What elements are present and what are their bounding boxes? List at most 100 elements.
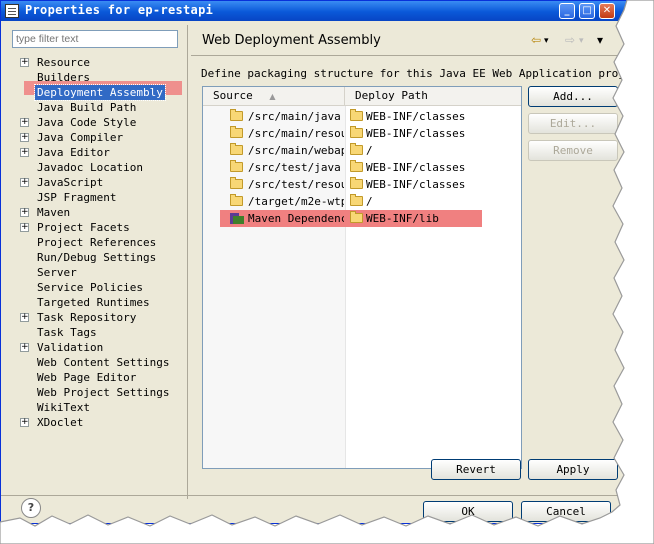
help-icon[interactable]: ? bbox=[21, 498, 41, 518]
deploy-header-label: Deploy Path bbox=[355, 89, 428, 102]
sidebar-item[interactable]: Run/Debug Settings bbox=[7, 250, 183, 265]
sidebar-item-label: Java Build Path bbox=[37, 101, 137, 114]
sidebar-item[interactable]: WikiText bbox=[7, 400, 183, 415]
sidebar-item[interactable]: Web Page Editor bbox=[7, 370, 183, 385]
folder-icon bbox=[230, 143, 243, 155]
sidebar-item[interactable]: Targeted Runtimes bbox=[7, 295, 183, 310]
assembly-table[interactable]: Source ▲ Deploy Path /src/main/java WEB-I… bbox=[202, 86, 522, 469]
view-menu-icon[interactable]: ▾ bbox=[597, 33, 603, 47]
cancel-button-label: Cancel bbox=[546, 505, 586, 518]
ok-button[interactable]: OK bbox=[423, 501, 513, 522]
sidebar-item[interactable]: Deployment Assembly bbox=[7, 84, 183, 101]
revert-button-label: Revert bbox=[456, 463, 496, 476]
sidebar-item-label: Validation bbox=[37, 341, 104, 354]
sidebar-item[interactable]: + Java Code Style bbox=[7, 115, 183, 130]
sidebar-item-label: Server bbox=[37, 266, 77, 279]
title-bar[interactable]: Properties for ep-restapi _ □ ✕ bbox=[1, 1, 626, 21]
folder-icon bbox=[230, 160, 243, 172]
sidebar-item[interactable]: Project References bbox=[7, 235, 183, 250]
back-arrow-icon[interactable]: ⇦ bbox=[531, 33, 541, 47]
table-header: Source ▲ Deploy Path bbox=[203, 87, 521, 106]
table-row[interactable]: Maven Dependencies WEB-INF/lib bbox=[203, 210, 521, 227]
expand-icon[interactable]: + bbox=[20, 418, 29, 427]
sidebar-item[interactable]: + XDoclet bbox=[7, 415, 183, 430]
forward-arrow-icon[interactable]: ⇨ bbox=[565, 33, 575, 47]
sort-ascending-icon: ▲ bbox=[269, 92, 276, 101]
page-title: Web Deployment Assembly bbox=[202, 33, 381, 48]
sidebar-item[interactable]: Server bbox=[7, 265, 183, 280]
sidebar-item[interactable]: + JavaScript bbox=[7, 175, 183, 190]
sidebar-item[interactable]: Java Build Path bbox=[7, 100, 183, 115]
table-row[interactable]: /src/main/webapp / bbox=[203, 142, 521, 159]
sash[interactable] bbox=[187, 25, 188, 499]
folder-icon bbox=[350, 126, 363, 138]
source-column-header[interactable]: Source ▲ bbox=[203, 87, 345, 105]
expand-icon[interactable]: + bbox=[20, 58, 29, 67]
sidebar-item[interactable]: Service Policies bbox=[7, 280, 183, 295]
sidebar-item-label: Java Compiler bbox=[37, 131, 124, 144]
sidebar-item[interactable]: Javadoc Location bbox=[7, 160, 183, 175]
filter-input[interactable] bbox=[12, 30, 178, 48]
expand-icon[interactable]: + bbox=[20, 133, 29, 142]
add-button-label: Add... bbox=[553, 90, 593, 103]
back-dropdown-icon[interactable]: ▾ bbox=[544, 36, 549, 46]
sidebar-item-label: Web Project Settings bbox=[37, 386, 170, 399]
sidebar-item-label: Task Tags bbox=[37, 326, 97, 339]
maximize-button[interactable]: □ bbox=[579, 3, 595, 19]
sidebar-item-label: Service Policies bbox=[37, 281, 143, 294]
deploy-path-column-header[interactable]: Deploy Path bbox=[345, 87, 521, 105]
close-button[interactable]: ✕ bbox=[599, 3, 615, 19]
sidebar-item[interactable]: + Java Editor bbox=[7, 145, 183, 160]
sidebar-item[interactable]: + Project Facets bbox=[7, 220, 183, 235]
expand-icon[interactable]: + bbox=[20, 118, 29, 127]
apply-button-label: Apply bbox=[556, 463, 590, 476]
sidebar-item[interactable]: + Validation bbox=[7, 340, 183, 355]
table-row[interactable]: /src/main/java WEB-INF/classes bbox=[203, 108, 521, 125]
apply-button[interactable]: Apply bbox=[528, 459, 618, 480]
expand-icon[interactable]: + bbox=[20, 148, 29, 157]
revert-button[interactable]: Revert bbox=[431, 459, 521, 480]
folder-icon bbox=[230, 109, 243, 121]
folder-icon bbox=[230, 194, 243, 206]
sidebar-item-label: Maven bbox=[37, 206, 71, 219]
remove-button-label: Remove bbox=[553, 144, 593, 157]
edit-button[interactable]: Edit... bbox=[528, 113, 618, 134]
expand-icon[interactable]: + bbox=[20, 313, 29, 322]
sidebar-item[interactable]: + Maven bbox=[7, 205, 183, 220]
table-row[interactable]: /src/test/java WEB-INF/classes bbox=[203, 159, 521, 176]
property-tree: + Resource Builders Deployment Assembly Java… bbox=[7, 55, 183, 430]
folder-icon bbox=[230, 126, 243, 138]
sidebar-item[interactable]: Task Tags bbox=[7, 325, 183, 340]
sidebar-item-label: JSP Fragment bbox=[37, 191, 117, 204]
sidebar-item-label: Builders bbox=[37, 71, 90, 84]
sidebar-item[interactable]: + Task Repository bbox=[7, 310, 183, 325]
sidebar-item-label: Java Editor bbox=[37, 146, 110, 159]
folder-icon bbox=[350, 160, 363, 172]
table-row[interactable]: /target/m2e-wtp/web-resources / bbox=[203, 193, 521, 210]
sidebar-item-label: Java Code Style bbox=[37, 116, 137, 129]
add-button[interactable]: Add... bbox=[528, 86, 618, 107]
minimize-button[interactable]: _ bbox=[559, 3, 575, 19]
sidebar-item[interactable]: Builders bbox=[7, 70, 183, 85]
folder-icon bbox=[350, 109, 363, 121]
expand-icon[interactable]: + bbox=[20, 178, 29, 187]
sidebar-item-label: Javadoc Location bbox=[37, 161, 143, 174]
sidebar-item-label: Project References bbox=[37, 236, 157, 249]
forward-dropdown-icon[interactable]: ▾ bbox=[579, 36, 584, 46]
source-header-label: Source bbox=[213, 89, 253, 102]
table-row[interactable]: /src/test/resources WEB-INF/classes bbox=[203, 176, 521, 193]
expand-icon[interactable]: + bbox=[20, 208, 29, 217]
table-row[interactable]: /src/main/resources WEB-INF/classes bbox=[203, 125, 521, 142]
sidebar-item-label: Resource bbox=[37, 56, 90, 69]
sidebar-item[interactable]: + Resource bbox=[7, 55, 183, 70]
expand-icon[interactable]: + bbox=[20, 223, 29, 232]
sidebar-item[interactable]: Web Project Settings bbox=[7, 385, 183, 400]
folder-icon bbox=[350, 177, 363, 189]
sidebar-item[interactable]: + Java Compiler bbox=[7, 130, 183, 145]
sidebar-item[interactable]: Web Content Settings bbox=[7, 355, 183, 370]
expand-icon[interactable]: + bbox=[20, 343, 29, 352]
remove-button[interactable]: Remove bbox=[528, 140, 618, 161]
cancel-button[interactable]: Cancel bbox=[521, 501, 611, 522]
sidebar-item[interactable]: JSP Fragment bbox=[7, 190, 183, 205]
page-description: Define packaging structure for this Java… bbox=[201, 67, 627, 80]
